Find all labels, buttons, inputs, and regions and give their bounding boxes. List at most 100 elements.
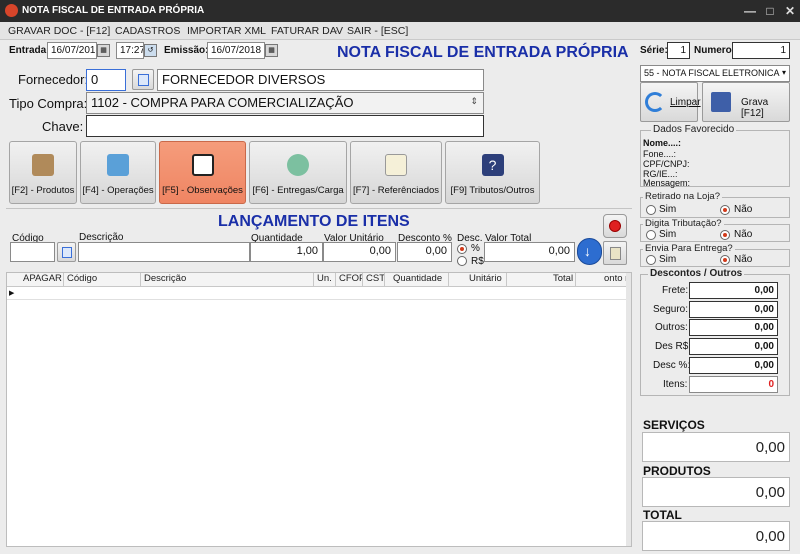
tab-referenciados[interactable]: [F7] - Referênciados [350,141,442,204]
column-header[interactable]: CST [363,273,385,287]
close-icon[interactable]: ✕ [780,2,800,20]
column-header[interactable]: onto no [576,273,631,287]
tab-produtos[interactable]: [F2] - Produtos [9,141,77,204]
delivery-icon [287,154,309,176]
digita-sim-radio[interactable] [646,230,656,240]
grava-label: Grava [F12] [741,97,769,119]
frete-input[interactable]: 0,00 [689,282,778,299]
menu-faturar-dav[interactable]: FATURAR DAV [271,25,343,37]
entrada-label: Entrada: [9,45,50,56]
desrs-input[interactable]: 0,00 [689,338,778,355]
refresh-icon [645,92,665,112]
column-header[interactable]: CFOP [336,273,363,287]
stop-icon [609,220,621,232]
menu-gravar-doc[interactable]: GRAVAR DOC - [F12] [8,25,110,37]
notepad-icon [191,154,214,176]
servicos-total: 0,00 [642,432,790,462]
page-title: NOTA FISCAL DE ENTRADA PRÓPRIA [337,44,629,61]
modelo-select[interactable]: 55 - NOTA FISCAL ELETRONICA ▾ [640,65,790,82]
favorecido-mensagem: Mensagem: [643,178,691,188]
scrollbar[interactable] [626,273,631,546]
menu-sair[interactable]: SAIR - [ESC] [347,25,408,37]
retirado-sim-label: Sim [659,204,677,215]
seguro-input[interactable]: 0,00 [689,301,778,318]
operations-icon [107,154,129,176]
envia-nao-radio[interactable] [720,255,730,265]
clock-icon[interactable]: ↺ [144,44,157,57]
codigo-input[interactable] [10,242,55,262]
menu-importar-xml[interactable]: IMPORTAR XML [187,25,266,37]
numero-field[interactable]: 1 [732,42,790,59]
serie-field[interactable]: 1 [667,42,690,59]
limpar-label: Limpar [670,97,701,108]
calendar-icon[interactable]: ▦ [97,44,110,57]
produtos-total: 0,00 [642,477,790,507]
tab-tributos[interactable]: ? [F9] Tributos/Outros [445,141,540,204]
list-button[interactable] [603,241,627,265]
tab-operacoes[interactable]: [F4] - Operações [80,141,156,204]
items-table[interactable] [6,272,632,547]
grava-button[interactable]: Grava [F12] [702,82,790,122]
descricao-input[interactable] [78,242,250,262]
chave-input[interactable] [86,115,484,137]
desc-percent-radio[interactable] [457,244,467,254]
column-header[interactable]: Un. [314,273,336,287]
frete-label: Frete: [662,285,689,296]
column-header[interactable]: Descrição [141,273,314,287]
valor-unitario-input[interactable]: 0,00 [323,242,396,262]
fornecedor-code-input[interactable]: 0 [86,69,126,91]
calendar-icon[interactable]: ▦ [265,44,278,57]
tab-produtos-label: [F2] - Produtos [11,185,75,196]
tab-entregas-label: [F6] - Entregas/Carga [252,185,344,196]
emissao-date-field[interactable]: 16/07/2018 [207,42,265,59]
divider [6,208,632,209]
outros-input[interactable]: 0,00 [689,319,778,336]
desconto-input[interactable]: 0,00 [397,242,452,262]
menu-cadastros[interactable]: CADASTROS [115,25,180,37]
save-icon [711,92,731,112]
column-header[interactable]: Código [64,273,141,287]
column-header[interactable]: Total [507,273,576,287]
tab-observacoes[interactable]: [F5] - Observações [159,141,246,204]
entrada-time-field[interactable]: 17:27 [116,42,144,59]
digita-nao-label: Não [734,229,753,240]
digita-sim-label: Sim [659,229,677,240]
menu-separator: - [334,25,338,37]
column-header[interactable]: APAGAR [7,273,64,287]
add-item-button[interactable]: ↓ [577,238,602,265]
digita-nao-radio[interactable] [720,230,730,240]
descontos-title: Descontos / Outros [648,268,745,279]
favorecido-title: Dados Favorecido [651,124,737,135]
menu-separator: - [258,25,262,37]
maximize-icon[interactable]: □ [760,2,780,20]
search-produto-button[interactable] [57,242,76,262]
descpct-label: Desc %: [653,360,691,371]
envia-sim-radio[interactable] [646,255,656,265]
produtos-label: PRODUTOS [643,464,711,478]
retirado-nao-radio[interactable] [720,205,730,215]
table-row[interactable]: ▶ [7,287,631,300]
quantidade-input[interactable]: 1,00 [250,242,323,262]
menu-separator: - [102,25,106,37]
desrs-label: Des R$: [655,341,692,352]
entrada-date-field[interactable]: 16/07/2018 [47,42,97,59]
search-fornecedor-button[interactable] [132,69,154,90]
limpar-button[interactable]: Limpar [640,82,701,122]
app-icon [5,4,18,17]
itens-count: 0 [689,376,778,393]
column-header[interactable]: Unitário [449,273,507,287]
cancel-item-button[interactable] [603,214,627,238]
tipo-compra-select[interactable]: 1102 - COMPRA PARA COMERCIALIZAÇÃO ⇕ [86,92,484,114]
favorecido-nome: Nome....: [643,138,682,148]
digita-label: Digita Tributação? [643,218,724,229]
window-title: NOTA FISCAL DE ENTRADA PRÓPRIA [22,5,205,16]
column-header[interactable]: Quantidade [385,273,449,287]
grand-total: 0,00 [642,521,790,551]
retirado-sim-radio[interactable] [646,205,656,215]
valor-total-input[interactable]: 0,00 [484,242,575,262]
numero-label: Numero: [694,45,736,56]
minimize-icon[interactable]: — [740,2,760,20]
desc-reais-radio[interactable] [457,256,467,266]
descpct-input[interactable]: 0,00 [689,357,778,374]
tab-entregas[interactable]: [F6] - Entregas/Carga [249,141,347,204]
